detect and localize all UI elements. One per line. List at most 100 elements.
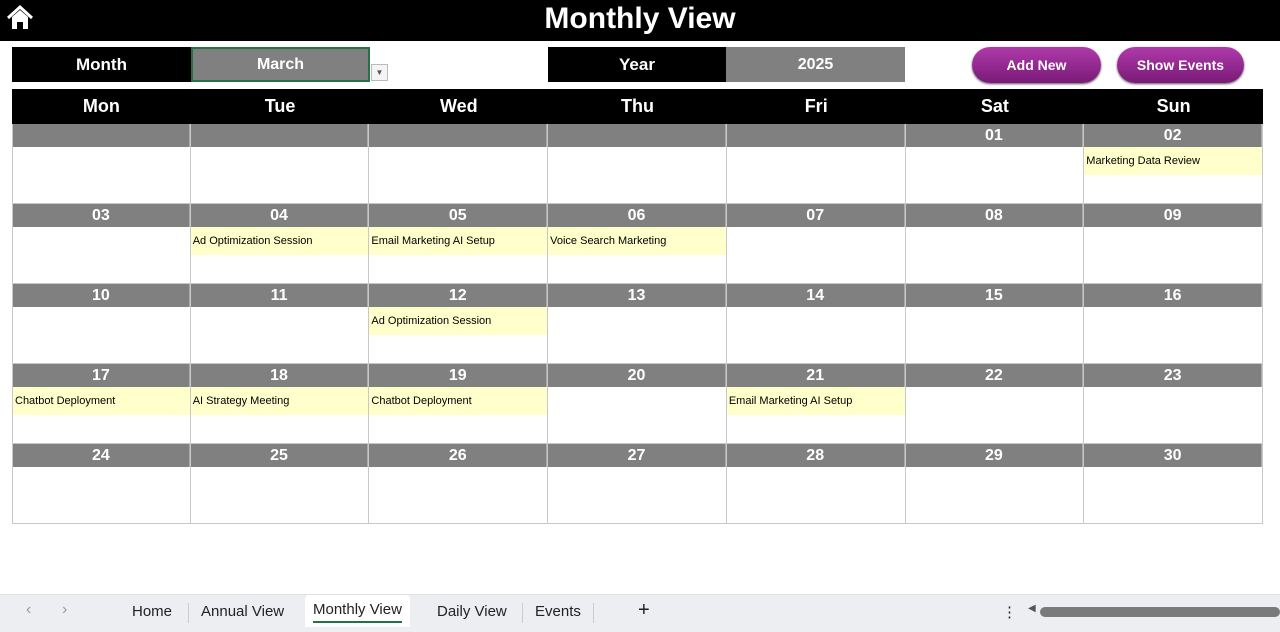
day-number: 20 [548, 364, 726, 387]
title-bar: Monthly View [0, 0, 1280, 41]
calendar-week: 17 Chatbot Deployment 18 AI Strategy Meetin… [12, 364, 1263, 444]
event-item [191, 467, 369, 495]
event-item[interactable]: Email Marketing AI Setup [369, 227, 548, 255]
calendar-day-cell[interactable]: 04 Ad Optimization Session [190, 204, 370, 284]
calendar-day-cell[interactable]: 19 Chatbot Deployment [369, 364, 549, 444]
event-item [369, 467, 547, 495]
calendar-day-cell[interactable]: 08 [905, 204, 1085, 284]
day-number: 24 [13, 444, 190, 467]
day-number: 15 [905, 284, 1084, 307]
day-number: 16 [1084, 284, 1262, 307]
calendar-day-cell[interactable]: 21 Email Marketing AI Setup [726, 364, 906, 444]
event-item [548, 387, 726, 415]
calendar-day-cell[interactable]: 23 [1084, 364, 1263, 444]
event-item[interactable]: Email Marketing AI Setup [726, 387, 905, 415]
event-item [906, 467, 1084, 495]
day-number: 23 [1084, 364, 1262, 387]
calendar-week: 01 02 Marketing Data Review [12, 124, 1263, 204]
calendar-day-cell[interactable]: 16 [1084, 284, 1263, 364]
calendar-day-cell[interactable]: 05 Email Marketing AI Setup [369, 204, 549, 284]
calendar-day-cell[interactable]: 09 [1084, 204, 1263, 284]
tab-home[interactable]: Home [132, 603, 172, 620]
calendar-day-cell[interactable]: 13 [548, 284, 727, 364]
chevron-down-icon[interactable]: ▼ [371, 64, 388, 81]
tab-events[interactable]: Events [535, 603, 581, 620]
calendar-day-cell[interactable]: 12 Ad Optimization Session [369, 284, 549, 364]
day-number: 14 [726, 284, 905, 307]
day-number: 17 [13, 364, 190, 387]
event-item[interactable]: Voice Search Marketing [548, 227, 726, 255]
day-number: 22 [905, 364, 1084, 387]
calendar-day-cell[interactable] [548, 124, 727, 204]
calendar-day-cell[interactable]: 03 [12, 204, 191, 284]
event-item[interactable]: Marketing Data Review [1084, 147, 1262, 175]
calendar-day-cell[interactable]: 30 [1084, 444, 1263, 524]
calendar-day-cell[interactable]: 20 [548, 364, 727, 444]
day-number [726, 124, 905, 147]
event-item[interactable]: Ad Optimization Session [190, 227, 369, 255]
calendar-day-cell[interactable]: 26 [369, 444, 549, 524]
prev-sheet-icon[interactable]: ‹ [26, 601, 31, 619]
calendar-day-cell[interactable] [190, 124, 370, 204]
show-events-button[interactable]: Show Events [1117, 47, 1244, 83]
year-label: Year [548, 47, 726, 82]
day-number: 21 [726, 364, 905, 387]
more-options-icon[interactable]: ⋮ [1002, 603, 1017, 621]
add-new-button[interactable]: Add New [972, 47, 1101, 83]
calendar-day-cell[interactable] [12, 124, 191, 204]
calendar-day-cell[interactable]: 29 [905, 444, 1085, 524]
day-number: 01 [905, 124, 1084, 147]
weekday-mon: Mon [82, 96, 120, 116]
calendar-day-cell[interactable]: 01 [905, 124, 1085, 204]
add-sheet-button[interactable]: + [638, 599, 650, 622]
calendar-day-cell[interactable]: 14 [726, 284, 906, 364]
calendar-day-cell[interactable]: 15 [905, 284, 1085, 364]
calendar-day-cell[interactable] [369, 124, 549, 204]
calendar-day-cell[interactable]: 18 AI Strategy Meeting [190, 364, 370, 444]
calendar-day-cell[interactable]: 27 [548, 444, 727, 524]
event-item[interactable]: AI Strategy Meeting [190, 387, 369, 415]
page-title: Monthly View [544, 2, 736, 35]
weekday-wed: Wed [439, 96, 478, 116]
calendar-day-cell[interactable]: 17 Chatbot Deployment [12, 364, 191, 444]
tab-daily-view[interactable]: Daily View [437, 603, 507, 620]
month-label: Month [12, 47, 191, 82]
calendar-day-cell[interactable]: 22 [905, 364, 1085, 444]
year-value[interactable]: 2025 [726, 47, 905, 82]
day-number: 05 [369, 204, 548, 227]
event-item[interactable]: Chatbot Deployment [13, 387, 190, 415]
calendar-day-cell[interactable]: 28 [726, 444, 906, 524]
calendar-day-cell[interactable]: 24 [12, 444, 191, 524]
weekday-fri: Fri [804, 96, 828, 116]
calendar-week: 24 25 26 27 28 29 30 [12, 444, 1263, 524]
calendar-day-cell[interactable]: 10 [12, 284, 191, 364]
scroll-left-icon[interactable]: ◀ [1028, 603, 1036, 614]
calendar-grid: Mon Tue Wed Thu Fri Sat Sun 01 02 Marketing Data… [12, 89, 1263, 524]
tab-monthly-view[interactable]: Monthly View [305, 595, 410, 627]
calendar-day-cell[interactable] [726, 124, 906, 204]
day-number: 25 [190, 444, 369, 467]
month-select[interactable]: March [191, 47, 370, 82]
calendar-day-cell[interactable]: 02 Marketing Data Review [1084, 124, 1263, 204]
event-item[interactable]: Chatbot Deployment [369, 387, 548, 415]
horizontal-scrollbar[interactable] [1040, 607, 1280, 617]
event-item [727, 227, 905, 255]
calendar-day-cell[interactable]: 11 [190, 284, 370, 364]
event-item[interactable]: Ad Optimization Session [369, 307, 548, 335]
weekday-thu: Thu [620, 96, 654, 116]
tab-label: Monthly View [313, 601, 402, 623]
day-number: 02 [1084, 124, 1262, 147]
next-sheet-icon[interactable]: › [62, 601, 67, 619]
calendar-day-cell[interactable]: 25 [190, 444, 370, 524]
event-item [369, 147, 547, 175]
event-item [906, 307, 1084, 335]
weekday-tue: Tue [264, 96, 296, 116]
day-number: 03 [13, 204, 190, 227]
calendar-day-cell[interactable]: 06 Voice Search Marketing [548, 204, 727, 284]
event-item [727, 147, 905, 175]
calendar-day-cell[interactable]: 07 [726, 204, 906, 284]
event-item [13, 227, 190, 255]
day-number: 12 [369, 284, 548, 307]
tab-annual-view[interactable]: Annual View [201, 603, 284, 620]
event-item [1084, 387, 1262, 415]
